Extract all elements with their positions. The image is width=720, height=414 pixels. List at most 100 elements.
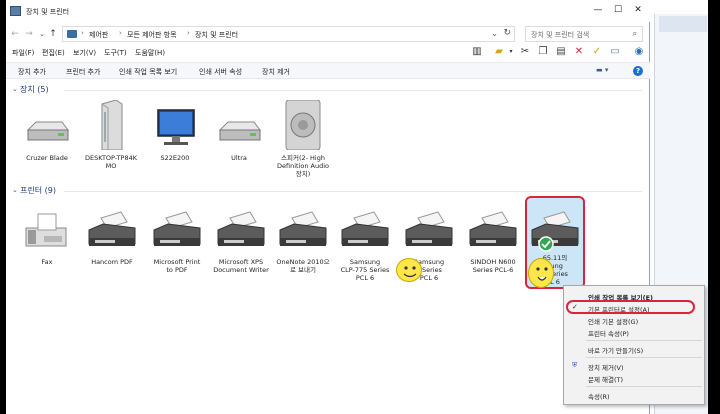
see-print-queue-button[interactable]: 인쇄 작업 목록 보기 xyxy=(119,67,177,77)
minimize-button[interactable]: — xyxy=(591,4,605,16)
menu-edit[interactable]: 편집(E) xyxy=(42,48,65,58)
add-device-button[interactable]: 장치 추가 xyxy=(18,67,46,77)
back-button[interactable]: ← xyxy=(10,28,20,40)
printer-label: Hancom PDF xyxy=(91,258,133,266)
context-separator xyxy=(586,340,702,341)
group-divider xyxy=(64,90,642,91)
right-frame xyxy=(708,0,720,414)
address-dropdown-icon[interactable]: ⌄ xyxy=(491,29,498,38)
context-item-printing-preferences[interactable]: 인쇄 기본 설정(G) xyxy=(564,315,704,326)
device-label: 스피커(2- High Definition Audio 장치) xyxy=(276,154,330,178)
checkmark-icon[interactable]: ✓ xyxy=(590,45,604,59)
usb-drive-icon xyxy=(26,121,69,141)
printer-icon xyxy=(217,211,265,246)
search-icon[interactable]: ⌕ xyxy=(633,29,637,39)
smiley-sticker-icon xyxy=(528,258,554,288)
copy-icon[interactable]: ❐ xyxy=(536,45,550,59)
cut-icon[interactable]: ✂ xyxy=(518,45,532,59)
context-item-label: 인쇄 기본 설정(G) xyxy=(588,318,639,326)
group-divider xyxy=(64,191,642,192)
devices-printers-window: 장치 및 프린터 — ☐ ✕ ← → ⌄ ↑ › 제어판 › 모든 제어판 항목… xyxy=(6,0,650,414)
recent-dropdown-icon[interactable]: ⌄ xyxy=(37,28,47,40)
devices-printers-icon xyxy=(10,6,21,16)
context-item-label: 문제 해결(T) xyxy=(588,376,624,384)
breadcrumb-separator: › xyxy=(119,29,122,37)
context-item-label: 장치 제거(V) xyxy=(588,364,624,372)
maximize-button[interactable]: ☐ xyxy=(611,4,625,16)
printer-icon xyxy=(153,211,201,246)
device-label: S22E200 xyxy=(160,154,190,162)
printer-label: Fax xyxy=(41,258,53,266)
paste-icon[interactable]: ▤ xyxy=(554,45,568,59)
collapse-chevron-icon[interactable]: ⌄ xyxy=(12,186,18,194)
menu-view[interactable]: 보기(V) xyxy=(73,48,96,58)
printer-icon xyxy=(341,211,389,246)
address-bar[interactable]: › 제어판 › 모든 제어판 항목 › 장치 및 프린터 ⌄ ↻ xyxy=(62,26,515,42)
context-item-properties[interactable]: 속성(R) xyxy=(564,390,704,401)
context-item-create-shortcut[interactable]: 바로 가기 만들기(S) xyxy=(564,344,704,355)
computer-tower-icon xyxy=(101,100,123,150)
search-placeholder: 장치 및 프린터 검색 xyxy=(531,31,590,39)
refresh-icon[interactable]: ↻ xyxy=(503,28,511,38)
toolbar: ▥ ▰ ▾ ✂ ❐ ▤ ✕ ✓ ▭ ◉ xyxy=(462,44,652,62)
breadcrumb-separator: › xyxy=(81,29,84,37)
context-separator xyxy=(586,386,702,387)
printer-label: SINDOH N600 Series PCL-6 xyxy=(470,258,516,274)
toolbar-dropdown-icon[interactable]: ▾ xyxy=(504,45,518,59)
view-options-button[interactable]: ▬ ▾ xyxy=(596,66,614,76)
breadcrumb-control-panel[interactable]: 제어판 xyxy=(89,30,108,40)
title-bar: 장치 및 프린터 — ☐ ✕ xyxy=(6,0,650,22)
usb-drive-icon xyxy=(218,121,261,141)
context-item-label: 프린터 속성(P) xyxy=(588,330,629,338)
breadcrumb-devices-printers[interactable]: 장치 및 프린터 xyxy=(195,30,238,40)
printer-icon xyxy=(279,211,327,246)
monitor-icon xyxy=(157,109,195,145)
printer-icon xyxy=(469,211,517,246)
window-title: 장치 및 프린터 xyxy=(26,8,70,16)
device-label: Cruzer Blade xyxy=(26,154,68,162)
context-separator xyxy=(586,357,702,358)
up-button[interactable]: ↑ xyxy=(48,28,58,40)
properties-icon[interactable]: ▭ xyxy=(608,45,622,59)
menu-tools[interactable]: 도구(T) xyxy=(104,48,127,58)
printer-label: Microsoft XPS Document Writer xyxy=(213,258,269,274)
fax-icon xyxy=(25,213,67,247)
breadcrumb-separator: › xyxy=(187,29,190,37)
printer-label: OneNote 2010으 로 보내기 xyxy=(276,258,330,274)
print-server-properties-button[interactable]: 인쇄 서버 속성 xyxy=(199,67,242,77)
menu-help[interactable]: 도움말(H) xyxy=(135,48,165,58)
smiley-sticker-icon xyxy=(396,258,422,282)
printer-label: Samsung CLP-775 Series PCL 6 xyxy=(340,258,390,282)
speaker-icon xyxy=(285,100,321,150)
context-item-label: 속성(R) xyxy=(588,393,610,401)
menu-file[interactable]: 파일(F) xyxy=(12,48,34,58)
breadcrumb-all-items[interactable]: 모든 제어판 항목 xyxy=(127,30,177,40)
devices-group-header[interactable]: ⌄ 장치 (5) xyxy=(12,84,648,96)
context-item-printer-properties[interactable]: 프린터 속성(P) xyxy=(564,327,704,338)
command-bar: 장치 추가 프린터 추가 인쇄 작업 목록 보기 인쇄 서버 속성 장치 제거 … xyxy=(6,62,650,79)
add-printer-button[interactable]: 프린터 추가 xyxy=(66,67,100,77)
printer-icon xyxy=(405,211,453,246)
layout-icon[interactable]: ▥ xyxy=(470,45,484,59)
globe-icon[interactable]: ◉ xyxy=(632,45,646,59)
printers-group-title: 프린터 (9) xyxy=(20,186,56,195)
shield-icon: ⛨ xyxy=(572,361,578,369)
context-item-troubleshoot[interactable]: 문제 해결(T) xyxy=(564,373,704,384)
forward-button[interactable]: → xyxy=(24,28,34,40)
help-icon[interactable]: ? xyxy=(633,66,643,76)
collapse-chevron-icon[interactable]: ⌄ xyxy=(12,85,18,93)
close-button[interactable]: ✕ xyxy=(631,4,645,16)
printer-icon xyxy=(531,211,579,252)
address-row: ← → ⌄ ↑ › 제어판 › 모든 제어판 항목 › 장치 및 프린터 ⌄ ↻… xyxy=(6,22,650,46)
device-label: DESKTOP-TP84K MO xyxy=(84,154,138,170)
search-input[interactable]: 장치 및 프린터 검색 ⌕ xyxy=(525,26,643,42)
delete-icon[interactable]: ✕ xyxy=(572,45,586,59)
context-item-remove-device[interactable]: ⛨ 장치 제거(V) xyxy=(564,361,704,372)
control-panel-icon xyxy=(67,30,77,38)
device-label: Ultra xyxy=(231,154,247,162)
printer-label: Microsoft Print to PDF xyxy=(153,258,201,274)
context-item-highlight-outline xyxy=(566,300,695,314)
remove-device-button[interactable]: 장치 제거 xyxy=(262,67,290,77)
devices-group-title: 장치 (5) xyxy=(20,85,49,94)
context-item-label: 바로 가기 만들기(S) xyxy=(588,347,644,355)
